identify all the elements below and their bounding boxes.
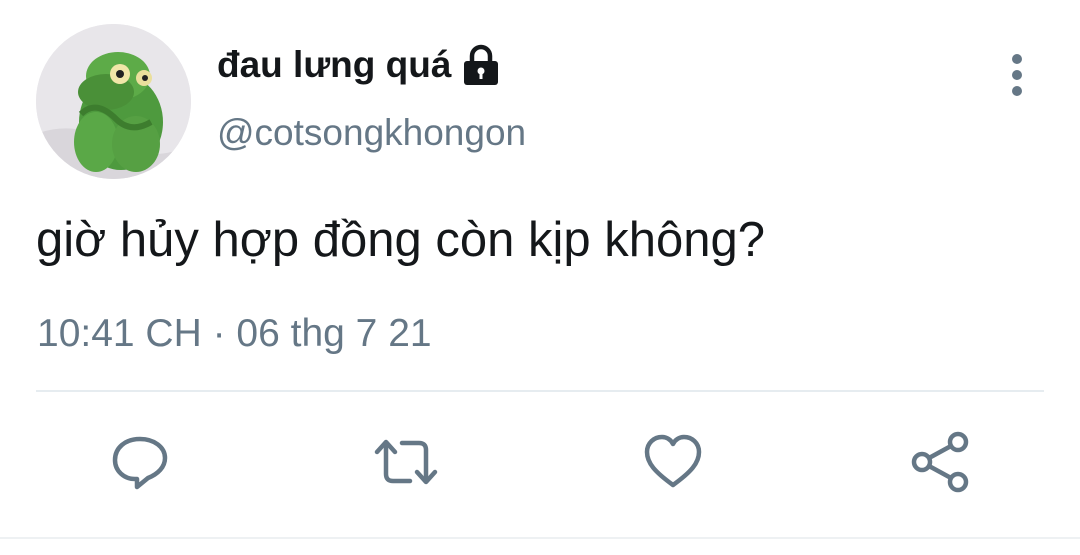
display-name-text: đau lưng quá xyxy=(217,44,452,85)
share-icon xyxy=(911,431,969,493)
tweet-text: giờ hủy hợp đồng còn kịp không? xyxy=(36,213,765,267)
avatar[interactable] xyxy=(36,24,191,179)
retweet-button[interactable] xyxy=(374,430,438,494)
more-vertical-icon[interactable] xyxy=(1000,52,1034,98)
user-handle[interactable]: @cotsongkhongon xyxy=(217,112,526,154)
lock-icon xyxy=(461,44,501,86)
divider xyxy=(36,390,1044,392)
like-button[interactable] xyxy=(641,430,705,494)
heart-icon xyxy=(644,434,702,488)
retweet-icon xyxy=(374,439,438,485)
bottom-divider xyxy=(0,537,1080,539)
display-name[interactable]: đau lưng quá xyxy=(217,44,501,86)
reply-button[interactable] xyxy=(108,430,172,494)
avatar-kermit-image xyxy=(36,24,191,179)
tweet-timestamp[interactable]: 10:41 CH · 06 thg 7 21 xyxy=(37,312,432,356)
reply-icon xyxy=(112,436,168,490)
share-button[interactable] xyxy=(908,430,972,494)
